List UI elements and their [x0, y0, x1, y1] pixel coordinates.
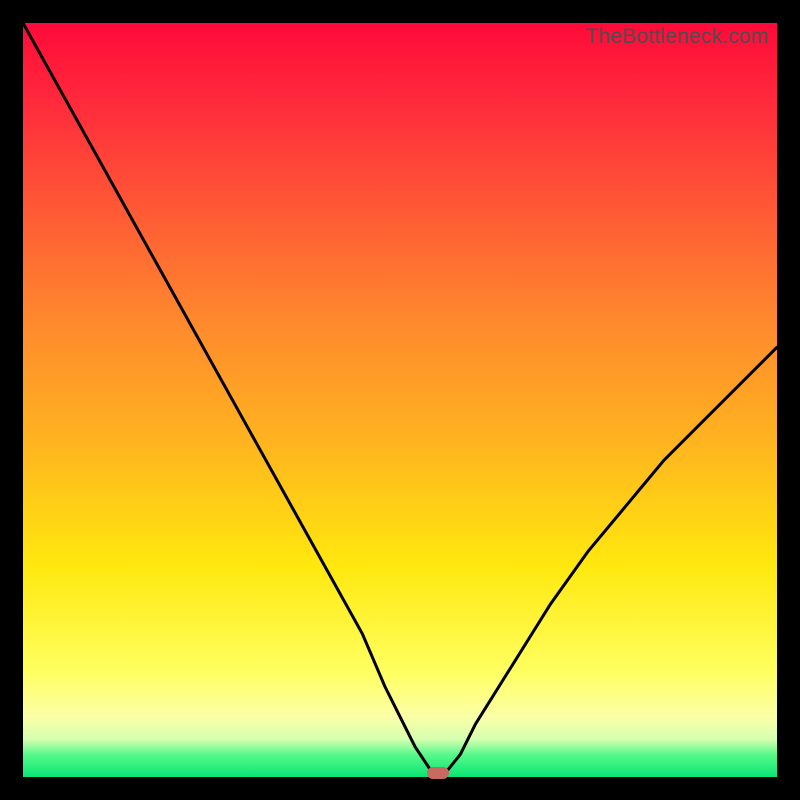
- optimum-marker: [427, 767, 449, 779]
- bottleneck-curve: [23, 23, 777, 777]
- chart-frame: TheBottleneck.com: [0, 0, 800, 800]
- plot-area: TheBottleneck.com: [23, 23, 777, 777]
